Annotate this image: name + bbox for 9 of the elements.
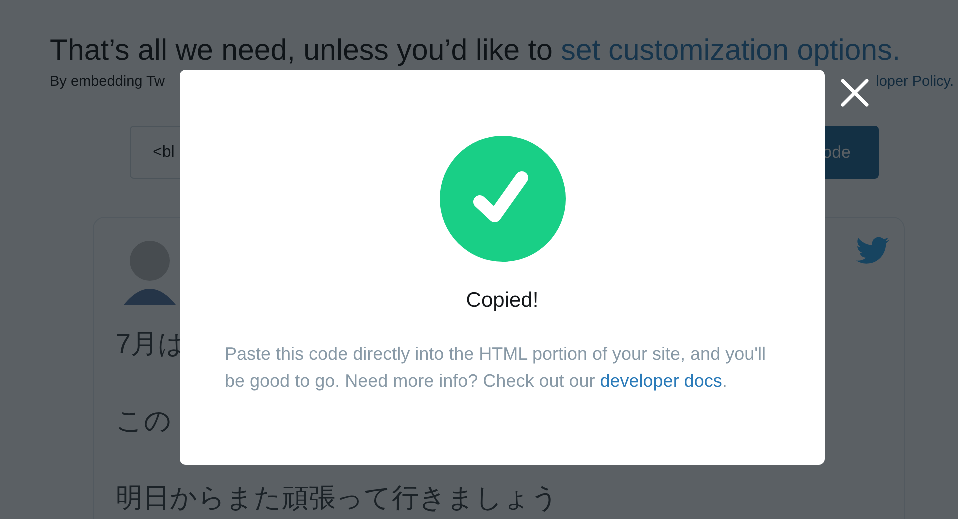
dialog-title: Copied! bbox=[466, 289, 539, 313]
developer-policy-link[interactable]: loper Policy. bbox=[876, 74, 954, 90]
developer-docs-link[interactable]: developer docs bbox=[600, 371, 722, 391]
checkmark-icon bbox=[440, 136, 566, 262]
tweet-text: 明日からまた頑張って行きましょう bbox=[116, 482, 559, 514]
embed-note: By embedding Tw bbox=[50, 74, 165, 90]
dialog-message: Paste this code directly into the HTML portion of your site, and you'll be good to go. Need more info? Check out our developer docs. bbox=[225, 343, 768, 393]
close-icon[interactable] bbox=[840, 78, 870, 108]
tweet-text: この bbox=[116, 405, 172, 437]
